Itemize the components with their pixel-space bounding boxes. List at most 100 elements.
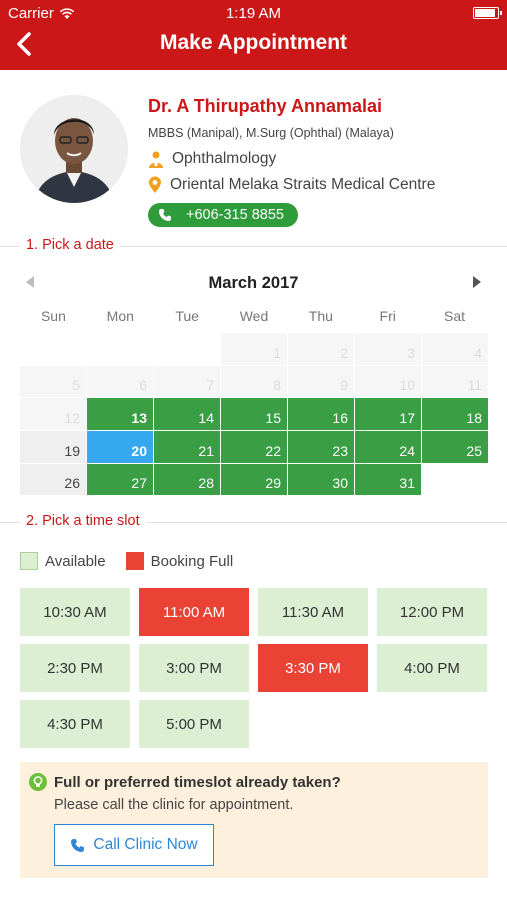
- time-slot-label: 4:30 PM: [47, 715, 103, 733]
- calendar-day-number: 2: [340, 344, 348, 361]
- time-slot-button[interactable]: 10:30 AM: [20, 588, 130, 636]
- booking-full-swatch: [125, 552, 144, 570]
- time-slot-button[interactable]: 5:00 PM: [139, 700, 249, 748]
- calendar-day-number: 26: [64, 475, 80, 492]
- lightbulb-icon: [29, 773, 47, 791]
- time-slot-button[interactable]: 11:30 AM: [258, 588, 368, 636]
- calendar-day-number: 4: [474, 344, 482, 361]
- calendar-day-number: 7: [206, 377, 214, 394]
- calendar-day[interactable]: 30: [288, 463, 354, 496]
- info-message: Please call the clinic for appointment.: [54, 797, 294, 813]
- calendar-day-number: 12: [64, 410, 80, 427]
- calendar-day-number: 10: [399, 377, 415, 394]
- time-slot-button[interactable]: 3:00 PM: [139, 644, 249, 692]
- pick-time-label: 2. Pick a time slot: [20, 513, 146, 529]
- call-clinic-button[interactable]: Call Clinic Now: [54, 824, 214, 866]
- app-header: Carrier 1:19 AM Make Appointment: [0, 0, 507, 70]
- calendar-day-number: 11: [467, 377, 482, 394]
- calendar-day-number: 20: [131, 442, 147, 459]
- call-clinic-label: Call Clinic Now: [93, 836, 198, 853]
- calendar-month-title: March 2017: [20, 274, 487, 293]
- calendar-day-number: 29: [265, 475, 281, 492]
- calendar-day: 5: [20, 365, 86, 398]
- calendar-day: 1: [221, 333, 287, 365]
- doctor-location: Oriental Melaka Straits Medical Centre: [170, 176, 436, 193]
- calendar-day-number: 27: [131, 475, 147, 492]
- available-swatch: [20, 552, 38, 570]
- calendar-day[interactable]: 28: [154, 463, 220, 496]
- calendar-day[interactable]: 14: [154, 398, 220, 431]
- time-slot-button[interactable]: 4:30 PM: [20, 700, 130, 748]
- time-slot-label: 11:00 AM: [162, 603, 226, 621]
- calendar-day[interactable]: 20: [87, 431, 153, 463]
- info-question: Full or preferred timeslot already taken…: [54, 774, 341, 791]
- time-slot-grid: 10:30 AM 11:00 AM 11:30 AM 12:00 PM 2:30 PM 3…: [20, 588, 487, 748]
- calendar-day-number: 23: [332, 442, 348, 459]
- calendar-day-number: 14: [198, 410, 214, 427]
- doctor-avatar: [20, 95, 128, 203]
- calendar-day[interactable]: 27: [87, 463, 153, 496]
- next-month-icon[interactable]: [473, 276, 481, 288]
- time-slot-label: 12:00 PM: [399, 603, 465, 621]
- calendar-day-number: 28: [198, 475, 214, 492]
- doctor-icon: [149, 151, 163, 168]
- page-title: Make Appointment: [159, 31, 348, 54]
- calendar-day[interactable]: 25: [422, 431, 488, 463]
- calendar-day-number: 18: [466, 410, 482, 427]
- weekday-label: Wed: [239, 308, 269, 324]
- calendar-day: 6: [87, 365, 153, 398]
- calendar-day-number: 19: [64, 442, 80, 459]
- calendar-day[interactable]: 18: [422, 398, 488, 431]
- calendar-day[interactable]: 24: [355, 431, 421, 463]
- calendar-day-number: 13: [131, 410, 147, 427]
- calendar-weekday-header: Sun Mon Tue Wed Thu Fri Sat: [20, 308, 488, 324]
- weekday-label: Tue: [175, 308, 199, 324]
- time-slot-label: 2:30 PM: [47, 659, 103, 677]
- doctor-name: Dr. A Thirupathy Annamalai: [148, 96, 383, 116]
- calendar-empty-cell: [422, 463, 488, 496]
- calendar-day-number: 5: [72, 377, 80, 394]
- calendar-nav: March 2017: [20, 272, 487, 294]
- calendar-day[interactable]: 13: [87, 398, 153, 431]
- calendar-day[interactable]: 17: [355, 398, 421, 431]
- calendar-day[interactable]: 21: [154, 431, 220, 463]
- weekday-label: Thu: [308, 308, 333, 324]
- calendar-day-number: 9: [340, 377, 348, 394]
- calendar-day: 2: [288, 333, 354, 365]
- calendar-day: 8: [221, 365, 287, 398]
- time-slot-label: 10:30 AM: [43, 603, 107, 621]
- doctor-location-row: Oriental Melaka Straits Medical Centre: [148, 176, 435, 194]
- doctor-specialty: Ophthalmology: [172, 150, 277, 167]
- calendar-day[interactable]: 29: [221, 463, 287, 496]
- call-clinic-panel: Full or preferred timeslot already taken…: [20, 762, 488, 878]
- time-slot-button: 11:00 AM: [139, 588, 249, 636]
- time-slot-button[interactable]: 12:00 PM: [377, 588, 487, 636]
- call-phone-button[interactable]: +606-315 8855: [148, 203, 298, 227]
- calendar-day: 12: [20, 398, 86, 431]
- weekday-label: Fri: [379, 308, 396, 324]
- calendar-day-number: 17: [399, 410, 415, 427]
- calendar-day: 7: [154, 365, 220, 398]
- calendar-day: 11: [422, 365, 488, 398]
- time-slot-button[interactable]: 2:30 PM: [20, 644, 130, 692]
- calendar-month: March: [208, 274, 258, 292]
- calendar-day-number: 3: [407, 344, 415, 361]
- time-slot-label: 3:00 PM: [166, 659, 222, 677]
- time-slot-button[interactable]: 4:00 PM: [377, 644, 487, 692]
- calendar-day: 10: [355, 365, 421, 398]
- calendar-day-number: 16: [332, 410, 348, 427]
- phone-number: +606-315 8855: [186, 207, 284, 223]
- time-slot-label: 4:00 PM: [404, 659, 460, 677]
- phone-icon: [159, 209, 171, 221]
- doctor-qualifications: MBBS (Manipal), M.Surg (Ophthal) (Malaya…: [148, 126, 394, 140]
- battery-icon: [473, 7, 502, 19]
- calendar-day-number: 30: [332, 475, 348, 492]
- calendar-day[interactable]: 15: [221, 398, 287, 431]
- calendar-day: 3: [355, 333, 421, 365]
- calendar-day[interactable]: 16: [288, 398, 354, 431]
- calendar-day[interactable]: 22: [221, 431, 287, 463]
- weekday-label: Sat: [444, 308, 466, 324]
- calendar-day[interactable]: 31: [355, 463, 421, 496]
- calendar-day[interactable]: 23: [288, 431, 354, 463]
- doctor-specialty-row: Ophthalmology: [148, 150, 276, 168]
